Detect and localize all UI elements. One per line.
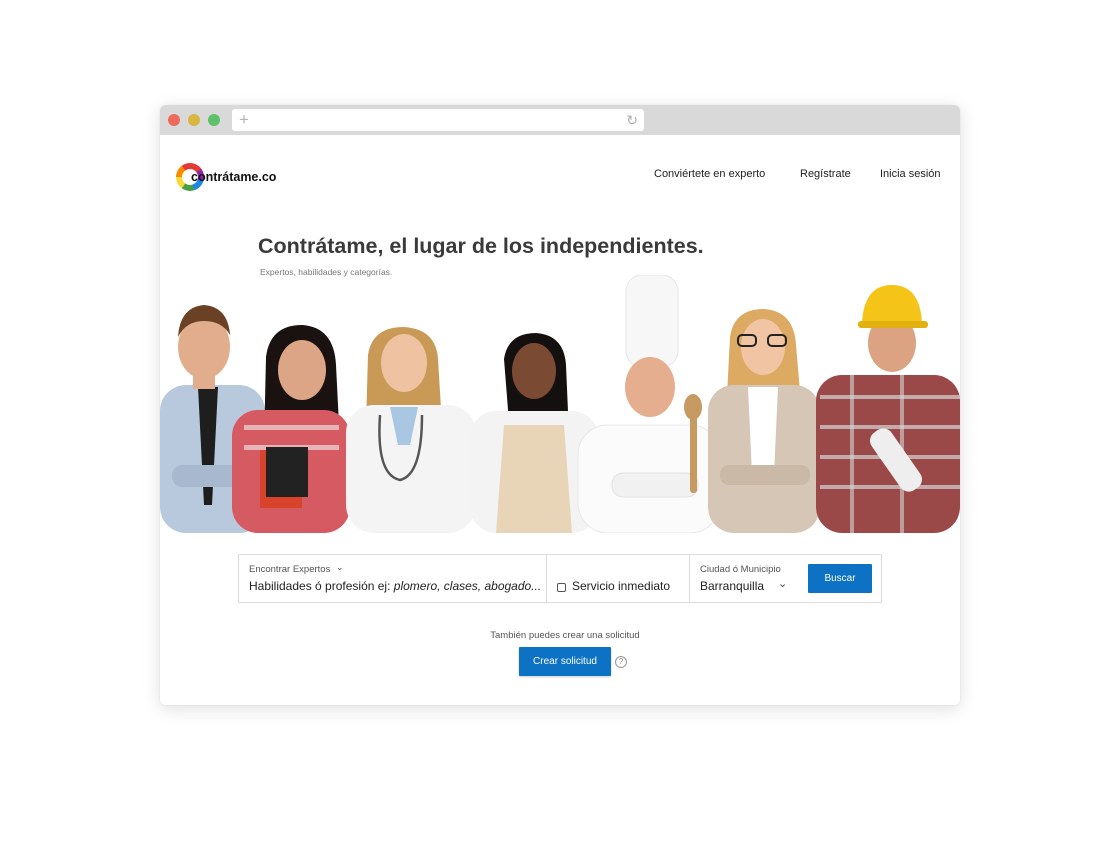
browser-window: + ↻ contrátame.co Conviértete en experto… — [160, 105, 960, 705]
person-student — [232, 325, 350, 533]
skills-placeholder-prefix: Habilidades ó profesión ej: — [249, 579, 394, 593]
nav-become-expert-link[interactable]: Conviértete en experto — [654, 168, 765, 180]
hero-illustration — [160, 275, 960, 533]
hero-title: Contrátame, el lugar de los independient… — [258, 234, 704, 258]
minimize-window-button[interactable] — [188, 114, 200, 126]
address-bar[interactable]: + ↻ — [232, 109, 644, 131]
chevron-down-icon: ⌄ — [335, 562, 344, 572]
immediate-service-checkbox[interactable] — [557, 583, 566, 592]
nav-login-link[interactable]: Inicia sesión — [880, 168, 941, 180]
reload-icon[interactable]: ↻ — [626, 111, 638, 129]
person-businesswoman — [708, 309, 820, 533]
close-window-button[interactable] — [168, 114, 180, 126]
search-button[interactable]: Buscar — [808, 564, 872, 593]
create-request-button[interactable]: Crear solicitud — [519, 647, 611, 676]
find-experts-label: Encontrar Expertos — [249, 564, 331, 575]
logo-text: contrátame.co — [191, 170, 277, 184]
help-icon[interactable]: ? — [615, 656, 627, 668]
nav-register-link[interactable]: Regístrate — [800, 168, 851, 180]
browser-toolbar: + ↻ — [160, 105, 960, 135]
skills-placeholder[interactable]: Habilidades ó profesión ej: plomero, cla… — [249, 579, 541, 593]
hero-photo-professionals — [160, 275, 960, 533]
site-logo[interactable]: contrátame.co — [176, 163, 286, 195]
skills-placeholder-examples: plomero, clases, abogado... — [393, 579, 542, 593]
immediate-service-label[interactable]: Servicio inmediato — [572, 579, 670, 593]
person-engineer — [816, 285, 960, 533]
person-chef — [577, 275, 721, 533]
chevron-down-icon[interactable]: ⌄ — [778, 577, 787, 590]
web-page: contrátame.co Conviértete en experto Reg… — [160, 135, 960, 705]
city-label: Ciudad ó Municipio — [700, 564, 781, 575]
plus-icon[interactable]: + — [239, 110, 249, 130]
city-select[interactable]: Barranquilla — [700, 579, 764, 593]
find-experts-dropdown[interactable]: Encontrar Expertos ⌄ — [249, 562, 344, 575]
person-doctor — [346, 327, 476, 533]
immediate-service-cell: Servicio inmediato — [547, 555, 690, 602]
maximize-window-button[interactable] — [208, 114, 220, 126]
skills-search-field[interactable]: Encontrar Expertos ⌄ Habilidades ó profe… — [239, 555, 547, 602]
city-cell: Ciudad ó Municipio Barranquilla ⌄ Buscar — [690, 555, 882, 602]
create-request-hint: También puedes crear una solicitud — [490, 630, 640, 641]
expert-search-bar: Encontrar Expertos ⌄ Habilidades ó profe… — [238, 554, 882, 603]
